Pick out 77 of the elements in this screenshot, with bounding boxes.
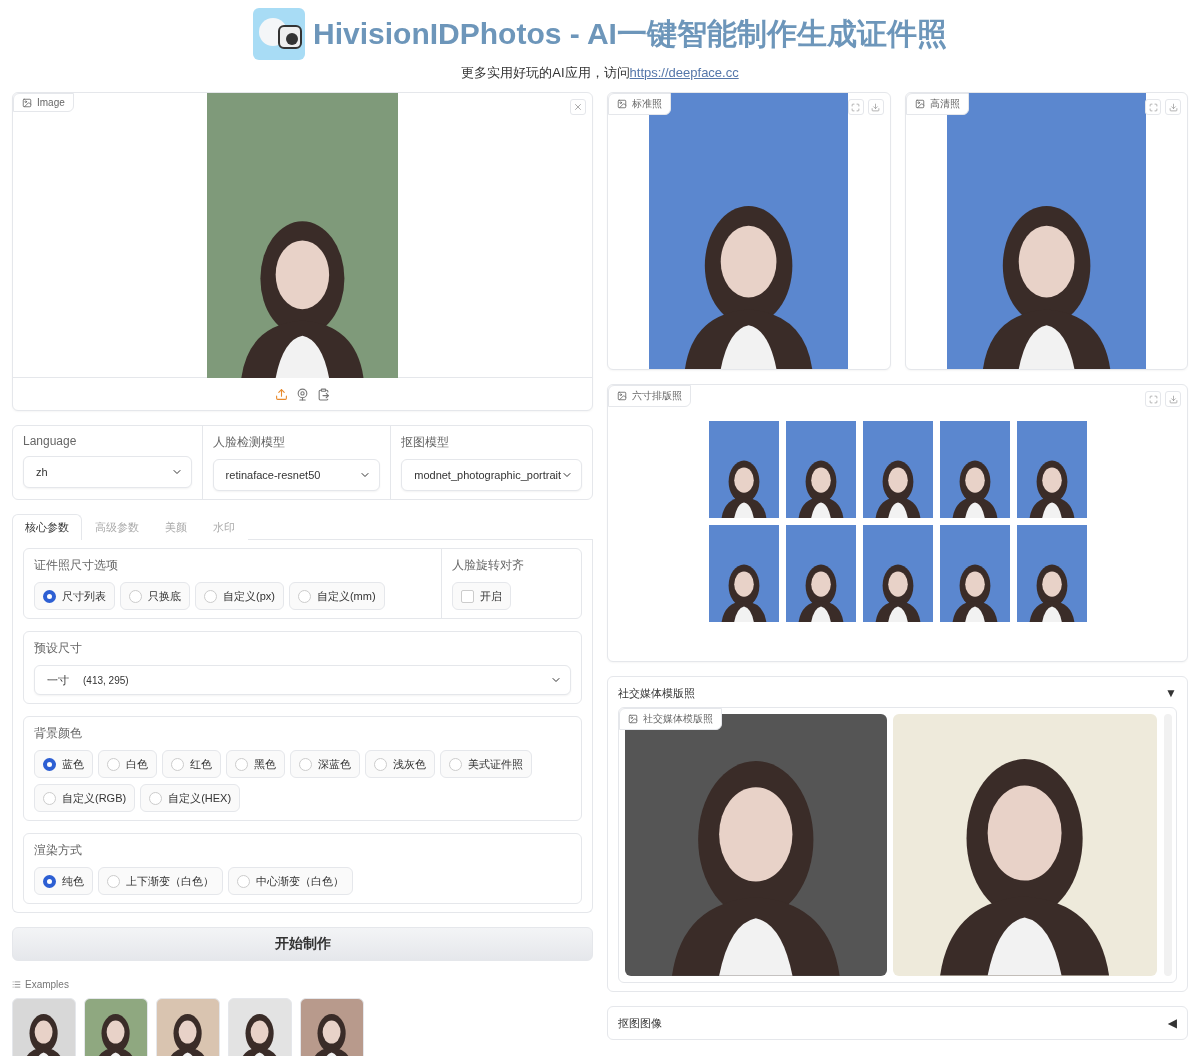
example-thumbnail[interactable] xyxy=(84,998,148,1056)
radio-option[interactable]: 只换底 xyxy=(120,582,190,610)
accordion-header[interactable]: 抠图图像 ◀ xyxy=(618,1015,1177,1031)
example-thumbnail[interactable] xyxy=(156,998,220,1056)
radio-button[interactable] xyxy=(43,874,56,888)
checkbox-option[interactable]: 开启 xyxy=(452,582,511,610)
accordion-header[interactable]: 社交媒体模版照 ▼ xyxy=(618,685,1177,701)
accordion-title: 社交媒体模版照 xyxy=(618,685,695,701)
label-text: 六寸排版照 xyxy=(632,389,682,403)
radio-option[interactable]: 上下渐变（白色） xyxy=(98,867,223,895)
logo-icon xyxy=(253,8,306,60)
radio-button[interactable] xyxy=(43,757,56,771)
dropdown[interactable]: zh xyxy=(23,456,192,488)
radio-option[interactable]: 纯色 xyxy=(34,867,93,895)
radio-option[interactable]: 自定义(px) xyxy=(195,582,284,610)
list-icon xyxy=(12,980,21,989)
dropdown[interactable]: retinaface-resnet50 xyxy=(212,459,381,491)
checkbox[interactable] xyxy=(461,589,474,603)
radio-button[interactable] xyxy=(43,589,56,603)
radio-option[interactable]: 深蓝色 xyxy=(290,750,360,778)
close-icon xyxy=(573,102,583,112)
dropdown[interactable]: 一寸 (413, 295) xyxy=(34,665,571,695)
image-icon xyxy=(617,391,627,401)
toggle-arrow: ◀ xyxy=(1167,1016,1177,1030)
webcam-icon[interactable] xyxy=(296,387,309,401)
radio-option[interactable]: 蓝色 xyxy=(34,750,93,778)
group-label: 背景颜色 xyxy=(34,725,83,742)
upload-icon[interactable] xyxy=(275,387,288,401)
examples-label: Examples xyxy=(25,979,69,990)
group-label: 预设尺寸 xyxy=(34,640,83,657)
radio-option[interactable]: 自定义(RGB) xyxy=(34,784,136,812)
dropdown-value: modnet_photographic_portrait xyxy=(414,469,561,481)
image-icon xyxy=(628,714,638,724)
fullscreen-icon[interactable] xyxy=(1145,99,1161,115)
group-label: 人脸旋转对齐 xyxy=(452,557,525,574)
dropdown-label: 抠图模型 xyxy=(401,434,451,451)
image-icon xyxy=(22,97,32,108)
clipboard-icon[interactable] xyxy=(317,387,330,401)
dropdown-label: 人脸检测模型 xyxy=(212,434,286,451)
example-thumbnail[interactable] xyxy=(12,998,76,1056)
close-button[interactable] xyxy=(570,99,586,115)
radio-option[interactable]: 自定义(mm) xyxy=(288,582,385,610)
download-icon[interactable] xyxy=(1165,99,1181,115)
label-text: 标准照 xyxy=(632,97,662,111)
radio-option[interactable]: 自定义(HEX) xyxy=(140,784,241,812)
label-text: 社交媒体模版照 xyxy=(643,712,713,726)
fullscreen-icon[interactable] xyxy=(1145,391,1161,407)
image-icon xyxy=(914,99,925,109)
app-title: HivisionIDPhotos - AI一键智能制作生成证件照 xyxy=(313,15,947,52)
group-label: 证件照尺寸选项 xyxy=(34,557,119,574)
image-upload-panel[interactable]: Image xyxy=(12,92,593,411)
start-button[interactable]: 开始制作 xyxy=(12,927,593,961)
radio-option[interactable]: 红色 xyxy=(162,750,221,778)
image-icon xyxy=(617,99,627,109)
dropdown-value: retinaface-resnet50 xyxy=(225,469,321,481)
subtitle: 更多实用好玩的AI应用，访问https://deepface.cc xyxy=(461,64,739,82)
radio-option[interactable]: 黑色 xyxy=(226,750,285,778)
radio-option[interactable]: 尺寸列表 xyxy=(34,582,115,610)
radio-option[interactable]: 中心渐变（白色） xyxy=(228,867,353,895)
dropdown-value: zh xyxy=(36,466,48,478)
label-text: Image xyxy=(37,97,65,108)
dropdown-label: Language xyxy=(23,434,78,448)
example-thumbnail[interactable] xyxy=(300,998,364,1056)
toggle-arrow: ▼ xyxy=(1165,686,1177,700)
radio-option[interactable]: 美式证件照 xyxy=(440,750,532,778)
accordion-title: 抠图图像 xyxy=(618,1015,662,1031)
dropdown-value: 一寸 (413, 295) xyxy=(47,672,129,688)
radio-option[interactable]: 浅灰色 xyxy=(365,750,435,778)
download-icon[interactable] xyxy=(1165,391,1181,407)
dropdown[interactable]: modnet_photographic_portrait xyxy=(401,459,582,491)
radio-option[interactable]: 白色 xyxy=(98,750,157,778)
download-icon[interactable] xyxy=(867,99,884,115)
example-thumbnail[interactable] xyxy=(228,998,292,1056)
group-label: 渲染方式 xyxy=(34,842,83,859)
website-link[interactable]: https://deepface.cc xyxy=(629,65,739,80)
label-text: 高清照 xyxy=(929,97,960,111)
tab[interactable]: 核心参数 xyxy=(12,514,82,540)
